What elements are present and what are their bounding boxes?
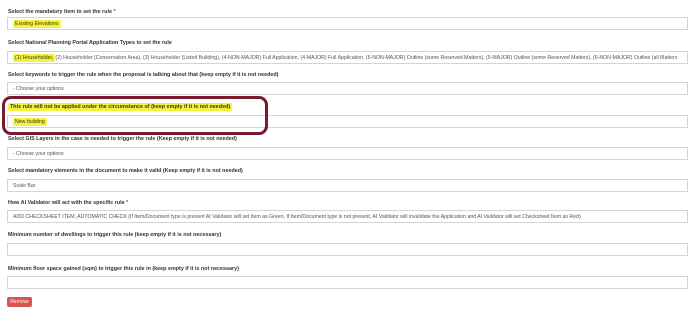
ai-validator-label: How AI Validator will act with the speci…: [8, 200, 129, 206]
mandatory-item-select[interactable]: Existing Elevations: [7, 17, 688, 30]
exclusion-label: This rule will not be applied under the …: [8, 103, 233, 111]
remove-button[interactable]: Remove: [7, 297, 32, 307]
keywords-placeholder: - Choose your options: [13, 85, 64, 92]
layers-placeholder: - Choose your options: [13, 150, 64, 157]
layers-select[interactable]: - Choose your options: [7, 147, 688, 160]
mandatory-elements-select[interactable]: Scale Bar: [7, 179, 688, 192]
mandatory-item-value: Existing Elevations: [13, 19, 61, 28]
min-floor-space-label: Minimum floor space gained (sqm) to trig…: [8, 266, 239, 272]
exclusion-select[interactable]: New building: [7, 115, 688, 128]
application-types-value: (2) Householder (Conservation Area), (3)…: [55, 54, 678, 61]
application-types-highlight: (1) Householder,: [13, 53, 56, 62]
mandatory-elements-label: Select mandatory elements in the documen…: [8, 168, 243, 174]
layers-label: Select GIS Layers in the case is needed …: [8, 136, 237, 142]
min-dwellings-input[interactable]: [7, 243, 688, 256]
application-types-label: Select National Planning Portal Applicat…: [8, 40, 172, 46]
keywords-label: Select keywords to trigger the rule when…: [8, 72, 279, 78]
keywords-select[interactable]: - Choose your options: [7, 82, 688, 95]
min-floor-space-input[interactable]: [7, 276, 688, 289]
application-types-select[interactable]: (1) Householder, (2) Householder (Conser…: [7, 51, 688, 64]
mandatory-item-label: Select the mandatory Item to set the rul…: [8, 9, 116, 15]
mandatory-elements-value: Scale Bar: [13, 182, 36, 189]
min-dwellings-label: Minimum number of dwellings to trigger t…: [8, 232, 222, 238]
exclusion-value: New building: [13, 117, 47, 126]
ai-validator-value: ADD CHECKSHEET ITEM, AUTOMATIC CHECK (If…: [13, 213, 581, 220]
ai-validator-select[interactable]: ADD CHECKSHEET ITEM, AUTOMATIC CHECK (If…: [7, 210, 688, 223]
